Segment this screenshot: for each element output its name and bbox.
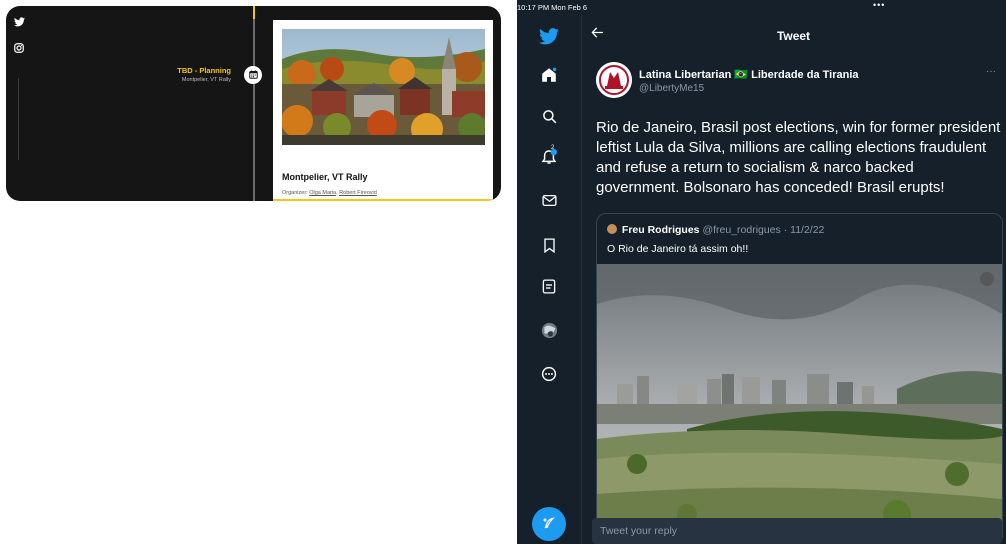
organizer-label: Organizer: [282, 190, 308, 196]
tweet-author: Latina Libertarian 🇧🇷 Liberdade da Tiran… [596, 62, 996, 102]
author-handle[interactable]: @LibertyMe15 [639, 83, 704, 94]
profile-icon[interactable] [539, 320, 559, 340]
nav-rail: 2 [517, 14, 582, 544]
bookmarks-icon[interactable] [539, 235, 559, 255]
organizer-separator: , [336, 190, 338, 196]
lists-icon[interactable] [539, 276, 559, 296]
quote-author-name: Freu Rodrigues [621, 224, 700, 236]
event-timeline-panel: TBD - Planning Montpelier, VT Rally Mont… [6, 6, 501, 201]
status-time: 10:17 PM Mon Feb 6 [517, 3, 588, 12]
feather-plus-icon [543, 517, 555, 529]
organizer-link[interactable]: Olga Maria [309, 190, 336, 196]
quote-header: Freu Rodrigues @freu_rodrigues · 11/2/22 [607, 224, 824, 236]
media-badge-icon [980, 272, 994, 286]
tweet-text: Rio de Janeiro, Brasil post elections, w… [596, 119, 1001, 196]
quote-media[interactable] [597, 264, 1002, 544]
quoted-tweet[interactable]: Freu Rodrigues @freu_rodrigues · 11/2/22… [596, 213, 1003, 544]
event-title: Montpelier, VT Rally [282, 172, 368, 182]
author-name[interactable]: Latina Libertarian 🇧🇷 Liberdade da Tiran… [639, 68, 859, 81]
notifications-icon[interactable]: 2 [539, 145, 559, 167]
status-bar: 10:17 PM Mon Feb 6 ••• [517, 0, 1006, 14]
quote-avatar [607, 224, 617, 234]
multitask-dots[interactable]: ••• [873, 0, 885, 10]
reply-bar [592, 518, 1006, 544]
search-icon[interactable] [539, 106, 559, 126]
timeline-node[interactable] [244, 66, 262, 84]
instagram-icon[interactable] [14, 43, 24, 56]
notification-count: 2 [551, 145, 555, 151]
twitter-app: 10:17 PM Mon Feb 6 ••• 2 Tweet Latina Li… [517, 0, 1006, 544]
quote-author-meta: @freu_rodrigues · 11/2/22 [702, 224, 825, 236]
event-status: TBD - Planning [177, 66, 231, 75]
more-icon[interactable] [539, 364, 559, 384]
twitter-logo-icon[interactable] [539, 26, 559, 46]
card-accent [273, 199, 493, 201]
timeline-progress [253, 6, 255, 19]
calendar-icon [248, 66, 258, 84]
home-icon[interactable] [539, 65, 559, 85]
organizer-link[interactable]: Robert Fireovid [339, 190, 377, 196]
event-card[interactable]: Montpelier, VT Rally Organizer: Olga Mar… [273, 20, 493, 201]
compose-tweet-button[interactable] [532, 507, 566, 541]
event-organizer: Organizer: Olga Maria, Robert Fireovid [282, 190, 377, 196]
author-avatar[interactable] [596, 62, 632, 98]
page-title: Tweet [776, 29, 811, 43]
event-photo [282, 29, 485, 145]
tweet-more-icon[interactable]: ··· [986, 66, 996, 77]
twitter-icon[interactable] [14, 17, 25, 30]
event-location: Montpelier, VT Rally [181, 77, 231, 83]
event-tag: TBD - Planning Montpelier, VT Rally [177, 66, 231, 83]
timeline-line [253, 6, 255, 201]
messages-icon[interactable] [539, 190, 559, 210]
side-divider [18, 78, 19, 160]
reply-input[interactable] [592, 518, 1006, 544]
tweet-header: Tweet [581, 14, 1006, 58]
quote-text: O Rio de Janeiro tá assim oh!! [607, 243, 749, 255]
